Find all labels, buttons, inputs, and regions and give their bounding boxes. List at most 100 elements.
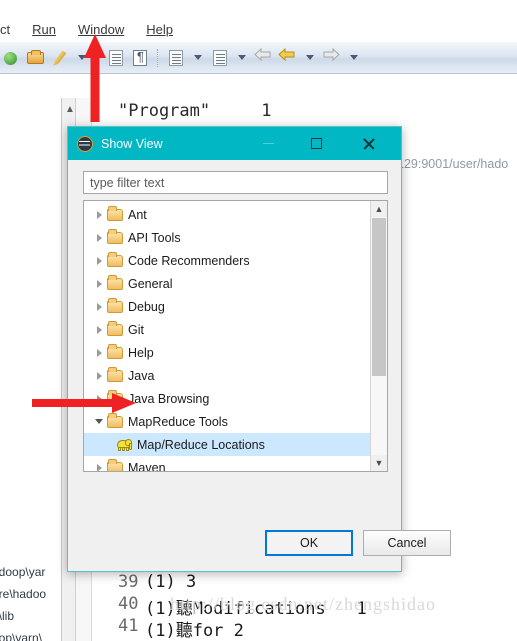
cancel-button-label: Cancel <box>387 536 427 550</box>
tree-item-api-tools[interactable]: API Tools <box>84 226 370 249</box>
menu-help-label: Help <box>146 21 173 37</box>
tree-item-label: Map/Reduce Locations <box>137 437 270 452</box>
chevron-down-icon[interactable] <box>78 55 86 60</box>
toolbar-separator <box>157 48 159 67</box>
ok-button-label: OK <box>299 536 319 550</box>
scroll-up-icon[interactable]: ▲ <box>371 201 387 217</box>
chevron-right-icon[interactable] <box>92 325 106 334</box>
chevron-right-icon[interactable] <box>92 302 106 311</box>
cancel-button[interactable]: Cancel <box>363 530 451 556</box>
path-text: oop\yarn\ <box>0 631 43 641</box>
tree-items: Ant API Tools Code Recommenders General <box>84 203 370 472</box>
chevron-down-icon[interactable] <box>350 55 358 60</box>
previous-edit-icon[interactable] <box>278 47 298 68</box>
tree-item-label: API Tools <box>128 230 181 245</box>
maximize-icon <box>310 138 322 149</box>
editor-line-partial: "Program" 1 <box>118 101 272 121</box>
tree-item-map-reduce-locations[interactable]: Map/Reduce Locations <box>84 433 370 456</box>
folder-icon <box>107 251 123 267</box>
chevron-right-icon[interactable] <box>92 279 106 288</box>
path-text: n\lib <box>0 609 15 623</box>
minimize-button[interactable] <box>249 127 287 160</box>
chevron-right-icon[interactable] <box>92 210 106 219</box>
tree-item-code-recommenders[interactable]: Code Recommenders <box>84 249 370 272</box>
chevron-right-icon[interactable] <box>92 256 106 265</box>
hadoop-elephant-icon <box>115 438 132 451</box>
chevron-right-icon[interactable] <box>92 233 106 242</box>
dialog-title: Show View <box>101 136 163 151</box>
close-button[interactable] <box>349 127 387 160</box>
previous-annotation-icon[interactable] <box>210 48 230 68</box>
package-explorer-pane[interactable]: adoop\yar are\hadoo n\lib oop\yarn\ <box>0 98 62 641</box>
path-text: adoop\yar <box>0 565 46 579</box>
tree-item-label: MapReduce Tools <box>128 414 228 429</box>
menu-help[interactable]: Help <box>146 22 173 37</box>
forward-arrow-icon[interactable] <box>322 47 342 68</box>
tree-item-debug[interactable]: Debug <box>84 295 370 318</box>
chevron-down-icon[interactable] <box>92 419 106 424</box>
back-arrow-icon[interactable] <box>254 47 274 68</box>
editor-line-number: 41 <box>118 616 139 636</box>
view-tree[interactable]: Ant API Tools Code Recommenders General <box>83 200 388 472</box>
folder-icon <box>107 343 123 359</box>
toolbar-separator <box>97 48 99 67</box>
folder-icon <box>107 458 123 471</box>
tree-item-mapreduce-tools[interactable]: MapReduce Tools <box>84 410 370 433</box>
tree-item-help[interactable]: Help <box>84 341 370 364</box>
tree-item-label: Debug <box>128 299 165 314</box>
editor-line-text: (1) 3 <box>145 572 197 592</box>
paragraph-icon[interactable] <box>130 48 150 68</box>
run-icon[interactable] <box>2 48 22 68</box>
chevron-right-icon[interactable] <box>92 371 106 380</box>
document-icon[interactable] <box>106 48 126 68</box>
editor-line-text: (1)聽for 2 <box>145 621 244 641</box>
tree-item-general[interactable]: General <box>84 272 370 295</box>
pen-icon[interactable] <box>50 48 70 68</box>
editor-line-number: 40 <box>118 594 139 614</box>
chevron-right-icon[interactable] <box>92 394 106 403</box>
tree-item-java-browsing[interactable]: Java Browsing <box>84 387 370 410</box>
maximize-button[interactable] <box>297 127 335 160</box>
menu-run-label: Run <box>32 21 56 37</box>
editor-tab-row: MRWorldCountTest.java hdfs://192.168.244… <box>0 76 517 171</box>
tree-scrollbar[interactable]: ▲ ▼ <box>370 201 387 471</box>
menu-project[interactable]: ct <box>0 22 10 37</box>
menu-bar: ct Run Window Help <box>0 18 517 40</box>
watermark: http://blog.csdn.net/zhengshidao <box>170 594 436 614</box>
tree-item-ant[interactable]: Ant <box>84 203 370 226</box>
menu-run[interactable]: Run <box>32 22 56 37</box>
scroll-down-icon[interactable]: ▼ <box>371 455 387 471</box>
tree-item-label: Help <box>128 345 154 360</box>
open-folder-icon[interactable] <box>26 48 46 68</box>
chevron-right-icon[interactable] <box>92 463 106 471</box>
folder-icon <box>107 274 123 290</box>
chevron-down-icon[interactable] <box>306 55 314 60</box>
toolbar <box>0 42 517 74</box>
menu-window[interactable]: Window <box>78 22 124 37</box>
tree-item-java[interactable]: Java <box>84 364 370 387</box>
eclipse-icon <box>77 135 93 152</box>
tree-item-label: General <box>128 276 173 291</box>
dialog-title-bar[interactable]: Show View <box>68 127 401 160</box>
scroll-up-icon[interactable]: ▲ <box>65 104 75 115</box>
chevron-right-icon[interactable] <box>92 348 106 357</box>
filter-input[interactable]: type filter text <box>83 171 388 194</box>
tree-item-maven[interactable]: Maven <box>84 456 370 472</box>
folder-icon <box>107 228 123 244</box>
minimize-icon <box>262 143 274 144</box>
scrollbar-thumb[interactable] <box>372 218 386 376</box>
next-annotation-icon[interactable] <box>166 48 186 68</box>
chevron-down-icon[interactable] <box>194 55 202 60</box>
folder-icon <box>107 320 123 336</box>
folder-icon <box>107 412 123 428</box>
tree-item-git[interactable]: Git <box>84 318 370 341</box>
folder-icon <box>107 205 123 221</box>
chevron-down-icon[interactable] <box>238 55 246 60</box>
close-icon <box>362 137 375 150</box>
tree-item-label: Java Browsing <box>128 391 210 406</box>
path-text: are\hadoo <box>0 587 47 601</box>
show-view-dialog: Show View type filter text Ant API Tools… <box>67 126 451 572</box>
tree-item-label: Maven <box>128 460 166 472</box>
folder-icon <box>107 366 123 382</box>
ok-button[interactable]: OK <box>265 530 353 556</box>
